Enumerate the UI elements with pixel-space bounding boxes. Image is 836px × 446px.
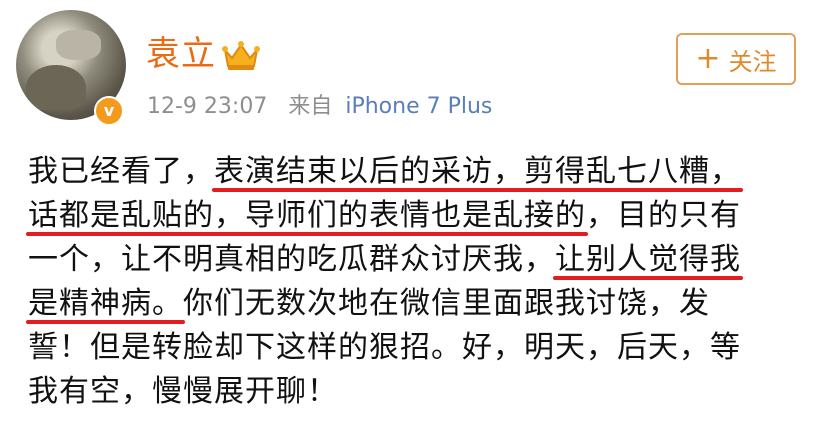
follow-button[interactable]: + 关注 xyxy=(676,33,796,85)
avatar-highlight xyxy=(56,30,101,60)
crown-icon xyxy=(222,41,260,70)
verified-badge-icon: v xyxy=(94,96,124,126)
body-text: 我有空，慢慢展开聊！ xyxy=(28,374,338,409)
author-name[interactable]: 袁立 xyxy=(146,34,216,74)
underlined-text: 让别人觉得我 xyxy=(555,242,741,277)
avatar-shadow xyxy=(26,65,86,110)
source-prefix: 来自 xyxy=(288,94,333,119)
post-timestamp: 12-9 23:07 xyxy=(147,94,268,119)
source-device[interactable]: iPhone 7 Plus xyxy=(345,94,492,119)
body-text: 一个，让不明真相的吃瓜群众讨厌我， xyxy=(28,242,555,277)
body-line: 一个，让不明真相的吃瓜群众讨厌我，让别人觉得我 xyxy=(28,238,828,282)
body-text: ，目的只有 xyxy=(586,198,741,233)
body-line: 我已经看了，表演结束以后的采访，剪得乱七八糟， xyxy=(28,150,828,194)
plus-icon: + xyxy=(695,41,721,76)
body-line: 是精神病。你们无数次地在微信里面跟我讨饶，发 xyxy=(28,282,828,326)
body-text: 誓！但是转脸却下这样的狠招。好，明天，后天，等 xyxy=(28,330,741,365)
body-line: 话都是乱贴的，导师们的表情也是乱接的，目的只有 xyxy=(28,194,828,238)
post-body: 我已经看了，表演结束以后的采访，剪得乱七八糟， 话都是乱贴的，导师们的表情也是乱… xyxy=(28,150,828,414)
follow-label: 关注 xyxy=(728,47,777,76)
body-text: 你们无数次地在微信里面跟我讨饶，发 xyxy=(183,286,710,321)
body-text: 我已经看了， xyxy=(28,154,214,189)
underlined-text: 表演结束以后的采访，剪得乱七八糟， xyxy=(214,154,741,189)
body-line: 我有空，慢慢展开聊！ xyxy=(28,370,828,414)
post-meta: 12-9 23:07 来自 iPhone 7 Plus xyxy=(147,92,492,122)
underlined-text: 是精神病。 xyxy=(28,286,183,321)
body-line: 誓！但是转脸却下这样的狠招。好，明天，后天，等 xyxy=(28,326,828,370)
underlined-text: 话都是乱贴的，导师们的表情也是乱接的 xyxy=(28,198,586,233)
